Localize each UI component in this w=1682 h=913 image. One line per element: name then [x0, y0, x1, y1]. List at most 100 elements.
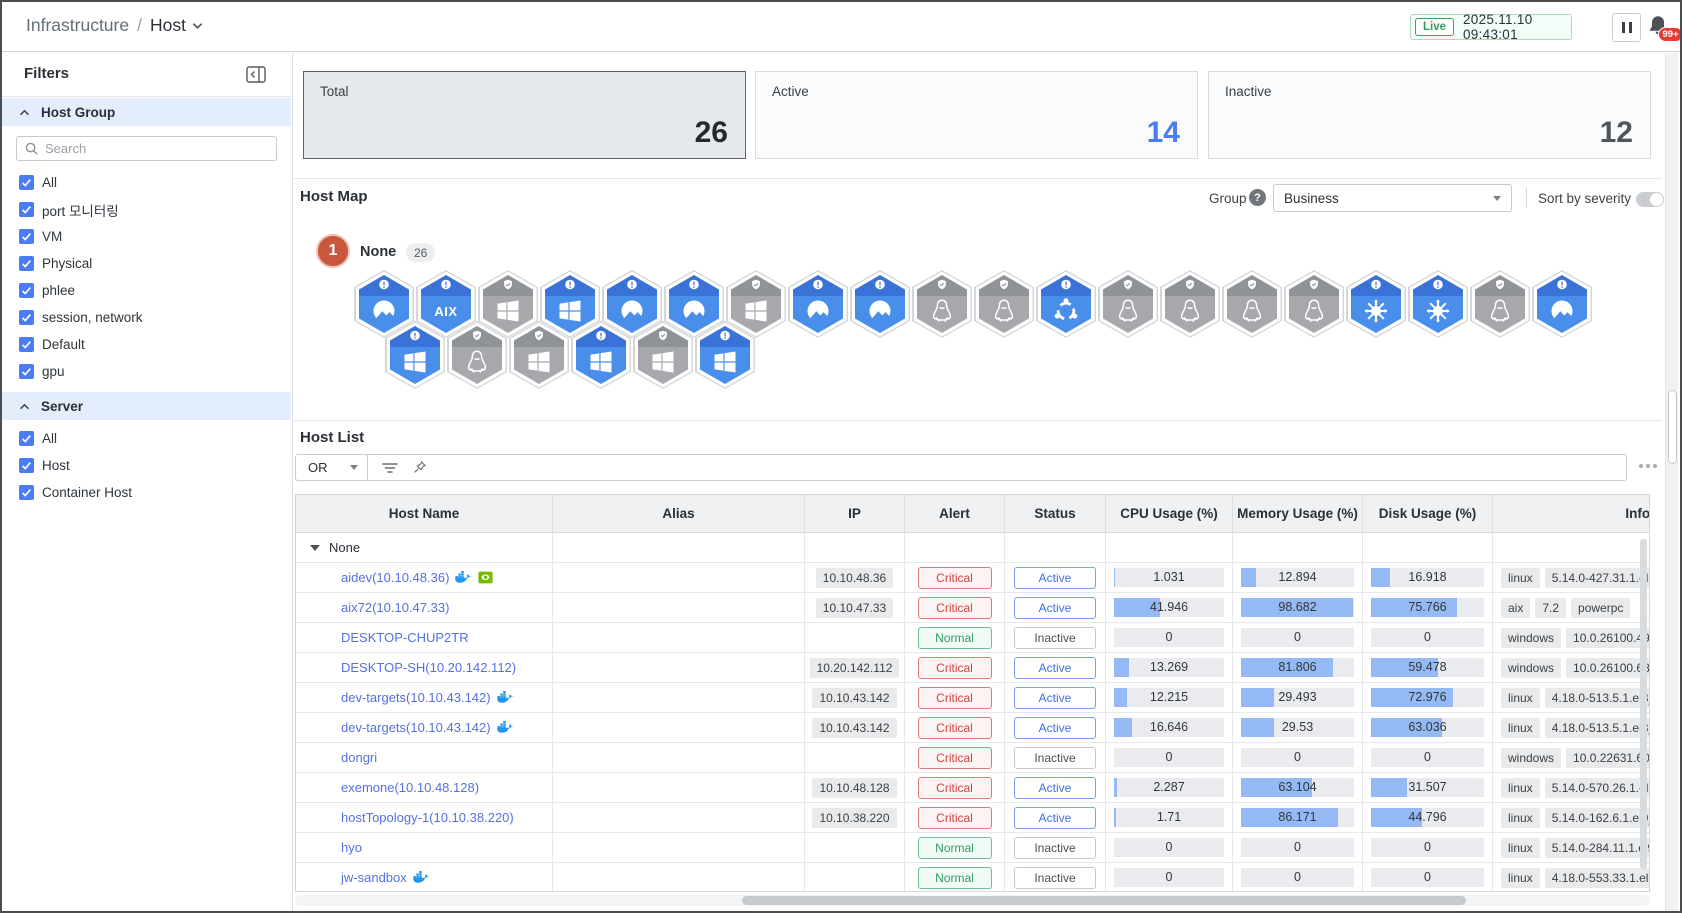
hexagon-tux-host[interactable]	[912, 270, 972, 338]
hexagon-tux-host[interactable]	[1470, 270, 1530, 338]
host-name-link[interactable]: DESKTOP-SH(10.20.142.112)	[341, 660, 516, 675]
alias-cell	[553, 653, 805, 682]
hexagon-rocky-host[interactable]	[1532, 270, 1592, 338]
filter-checkbox-item[interactable]: Physical	[2, 250, 291, 277]
ip-cell: 10.10.47.33	[805, 593, 905, 622]
filter-checkbox-item[interactable]: session, network	[2, 304, 291, 331]
filter-operator-select[interactable]: OR	[296, 455, 368, 480]
hexagon-tux-host[interactable]	[974, 270, 1034, 338]
hexagon-rocky-host[interactable]	[850, 270, 910, 338]
hexagon-windows-host[interactable]	[571, 321, 631, 389]
checkbox-checked-icon[interactable]	[19, 364, 34, 379]
filter-operator-value: OR	[308, 460, 328, 475]
hexagon-windows-host[interactable]	[633, 321, 693, 389]
host-name-link[interactable]: exemone(10.10.48.128)	[341, 780, 479, 795]
checkbox-checked-icon[interactable]	[19, 310, 34, 325]
host-name-link[interactable]: DESKTOP-CHUP2TR	[341, 630, 469, 645]
pause-button[interactable]	[1612, 13, 1641, 42]
checkbox-checked-icon[interactable]	[19, 431, 34, 446]
collapse-group-icon[interactable]	[310, 544, 320, 551]
column-header-status[interactable]: Status	[1005, 495, 1106, 532]
checkbox-checked-icon[interactable]	[19, 337, 34, 352]
hexagon-centos-host[interactable]	[1408, 270, 1468, 338]
hexagon-ubuntu-host[interactable]	[1036, 270, 1096, 338]
hexagon-tux-host[interactable]	[1160, 270, 1220, 338]
column-header-disk-usage-[interactable]: Disk Usage (%)	[1363, 495, 1493, 532]
filter-checkbox-item[interactable]: Host	[2, 452, 291, 479]
table-vertical-scrollbar[interactable]	[1640, 539, 1647, 869]
filter-checkbox-item[interactable]: Default	[2, 331, 291, 358]
pin-icon[interactable]	[412, 460, 427, 475]
hexagon-windows-host[interactable]	[509, 321, 569, 389]
information-cell: linux5.14.0-284.11.1.el9_2.	[1493, 833, 1649, 862]
host-name-link[interactable]: aix72(10.10.47.33)	[341, 600, 449, 615]
group-by-select[interactable]: Business	[1273, 184, 1512, 212]
sort-by-severity-toggle[interactable]	[1636, 192, 1664, 207]
search-input[interactable]	[45, 141, 268, 156]
checkbox-checked-icon[interactable]	[19, 202, 34, 217]
cpu-usage-bar: 0	[1114, 868, 1224, 887]
status-badge: Inactive	[1014, 746, 1096, 769]
hexagon-centos-host[interactable]	[1346, 270, 1406, 338]
cpu-usage-bar: 41.946	[1114, 598, 1224, 617]
filter-checkbox-item[interactable]: VM	[2, 223, 291, 250]
host-name-link[interactable]: aidev(10.10.48.36)	[341, 570, 449, 585]
column-header-memory-usage-[interactable]: Memory Usage (%)	[1233, 495, 1363, 532]
filter-icon[interactable]	[382, 462, 398, 474]
breadcrumb-infrastructure[interactable]: Infrastructure	[26, 15, 129, 36]
section-header-host-group[interactable]: Host Group	[2, 98, 291, 126]
collapse-sidebar-button[interactable]	[246, 66, 266, 83]
checkbox-checked-icon[interactable]	[19, 175, 34, 190]
card-total[interactable]: Total 26	[303, 71, 746, 159]
cpu-usage-bar: 16.646	[1114, 718, 1224, 737]
host-name-link[interactable]: dongri	[341, 750, 377, 765]
filter-checkbox-item[interactable]: All	[2, 169, 291, 196]
horizontal-scrollbar-thumb[interactable]	[742, 896, 1466, 905]
host-name-link[interactable]: jw-sandbox	[341, 870, 407, 885]
card-inactive[interactable]: Inactive 12	[1208, 71, 1651, 159]
hexagon-tux-host[interactable]	[447, 321, 507, 389]
memory-usage-bar: 29.53	[1241, 718, 1354, 737]
checkbox-checked-icon[interactable]	[19, 485, 34, 500]
filter-checkbox-item[interactable]: All	[2, 425, 291, 452]
empty-cell	[905, 533, 1005, 562]
info-chip: windows	[1501, 627, 1562, 648]
column-header-ip[interactable]: IP	[805, 495, 905, 532]
checkbox-checked-icon[interactable]	[19, 283, 34, 298]
more-options-button[interactable]	[1639, 464, 1657, 468]
filter-checkbox-item[interactable]: Container Host	[2, 479, 291, 506]
filter-checkbox-item[interactable]: port 모니터링	[2, 196, 291, 223]
section-header-server[interactable]: Server	[2, 392, 291, 420]
card-active[interactable]: Active 14	[755, 71, 1198, 159]
hexagon-windows-host[interactable]	[695, 321, 755, 389]
hexagon-tux-host[interactable]	[1098, 270, 1158, 338]
page-scrollbar-thumb[interactable]	[1667, 390, 1677, 464]
host-name-link[interactable]: hostTopology-1(10.10.38.220)	[341, 810, 514, 825]
column-header-information[interactable]: Information	[1493, 495, 1649, 532]
breadcrumb-host-menu[interactable]: Host	[150, 15, 203, 36]
checkbox-checked-icon[interactable]	[19, 458, 34, 473]
filter-item-label: Host	[42, 458, 70, 473]
cpu-usage-bar: 12.215	[1114, 688, 1224, 707]
column-header-alert[interactable]: Alert	[905, 495, 1005, 532]
column-header-host-name[interactable]: Host Name	[296, 495, 553, 532]
table-row-host: hostTopology-1(10.10.38.220) 10.10.38.220…	[296, 803, 1649, 833]
help-icon[interactable]: ?	[1249, 189, 1266, 206]
hexagon-tux-host[interactable]	[1222, 270, 1282, 338]
hexagon-tux-host[interactable]	[1284, 270, 1344, 338]
column-header-cpu-usage-[interactable]: CPU Usage (%)	[1106, 495, 1233, 532]
disk-usage-bar: 72.976	[1371, 688, 1484, 707]
alert-badge: Critical	[917, 596, 992, 619]
column-header-alias[interactable]: Alias	[553, 495, 805, 532]
hexagon-rocky-host[interactable]	[788, 270, 848, 338]
filter-checkbox-item[interactable]: phlee	[2, 277, 291, 304]
host-name-link[interactable]: dev-targets(10.10.43.142)	[341, 720, 491, 735]
hexagon-windows-host[interactable]	[385, 321, 445, 389]
table-group-row[interactable]: None	[296, 533, 1649, 563]
checkbox-checked-icon[interactable]	[19, 256, 34, 271]
host-name-link[interactable]: dev-targets(10.10.43.142)	[341, 690, 491, 705]
host-name-link[interactable]: hyo	[341, 840, 362, 855]
chevron-down-icon	[1493, 195, 1501, 201]
filter-checkbox-item[interactable]: gpu	[2, 358, 291, 385]
checkbox-checked-icon[interactable]	[19, 229, 34, 244]
